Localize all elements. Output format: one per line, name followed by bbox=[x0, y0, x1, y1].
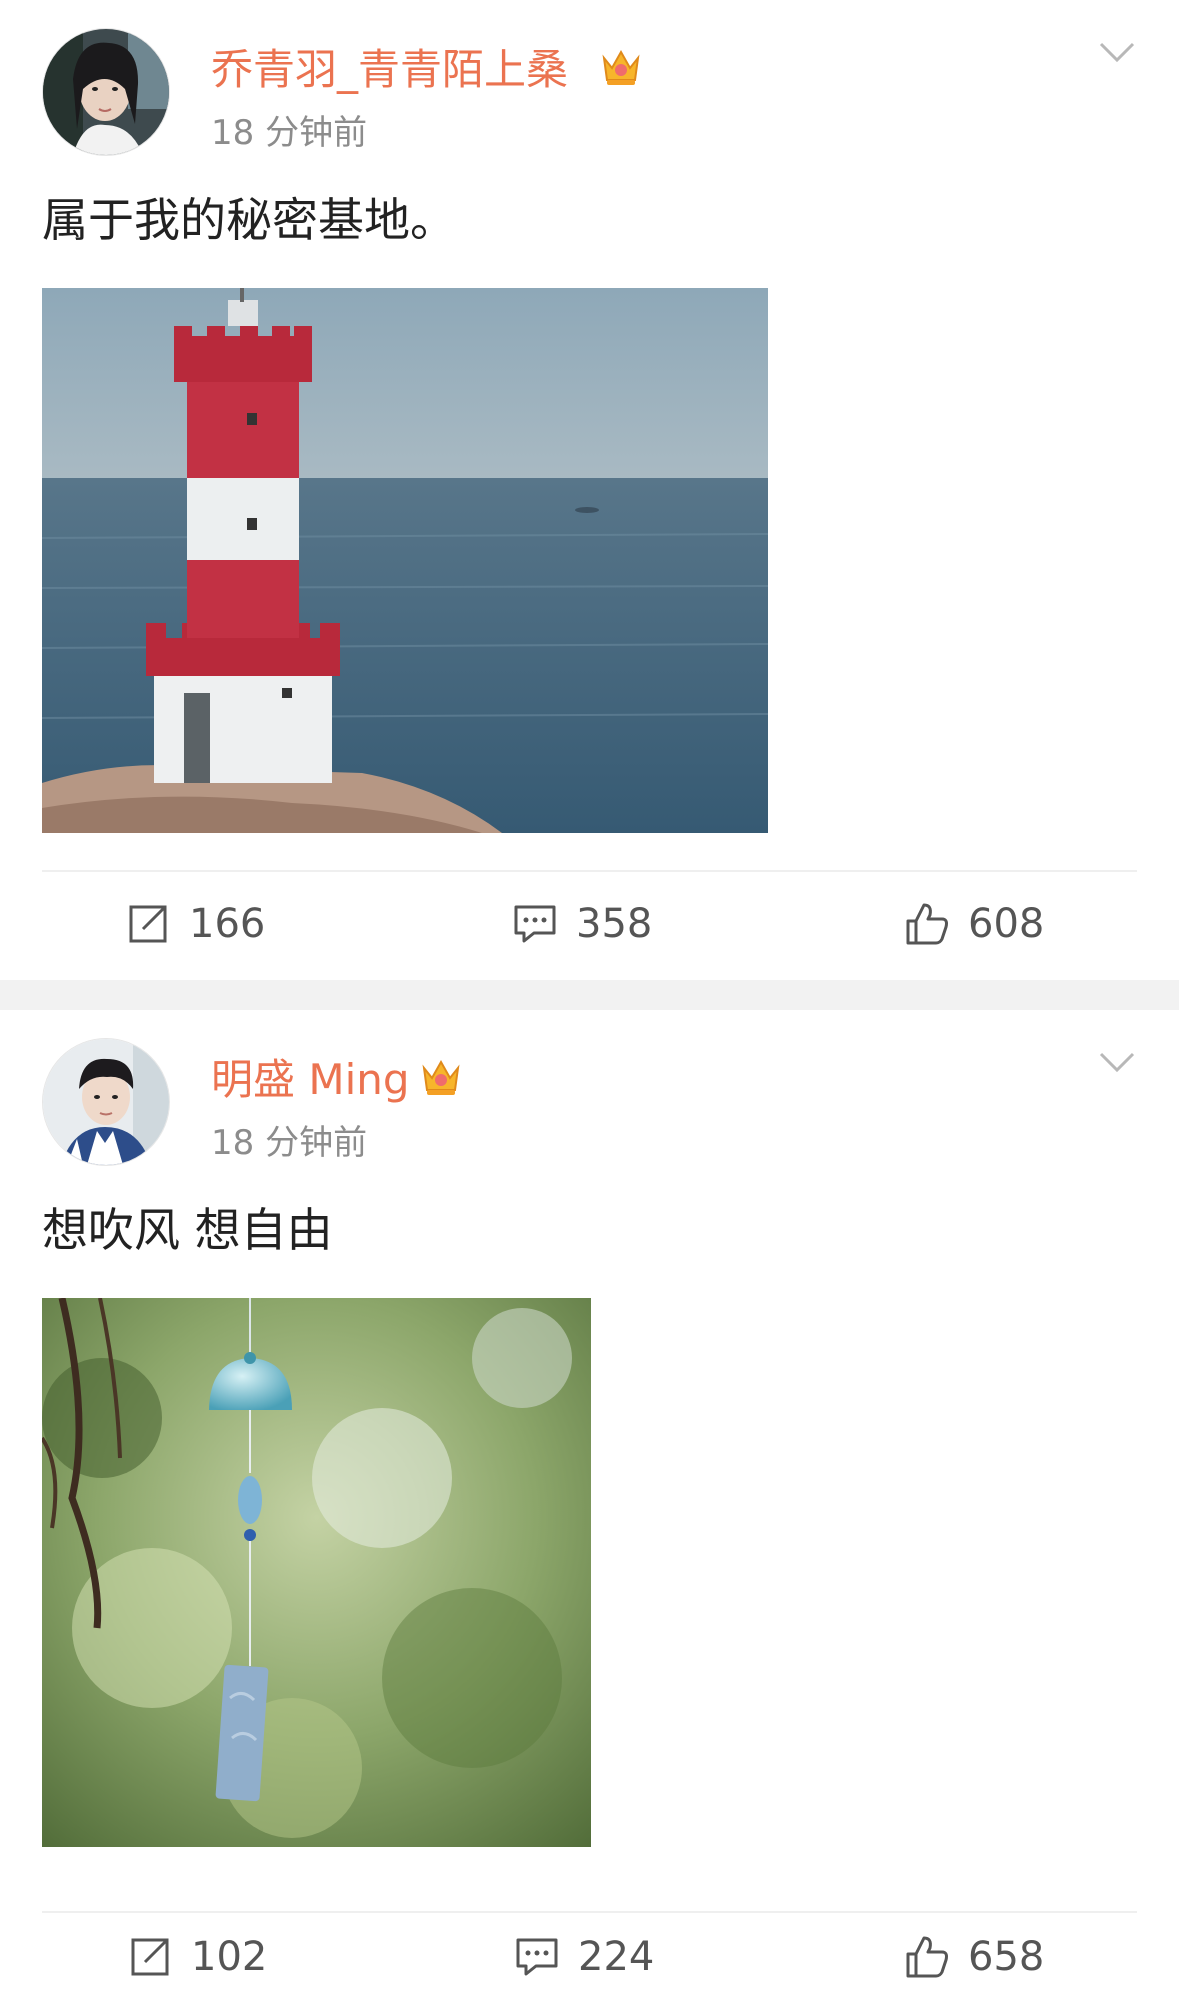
comment-icon bbox=[514, 905, 556, 943]
repost-button[interactable]: 102 bbox=[127, 1907, 267, 2007]
weibo-feed: 乔青羽_青青陌上桑 18 分钟前 属于我的秘密基地。 166 358 608 明… bbox=[0, 0, 1179, 2007]
chevron-down-icon[interactable] bbox=[1097, 38, 1137, 66]
like-button[interactable]: 658 bbox=[904, 1907, 1044, 2007]
post-text: 想吹风 想自由 bbox=[42, 1203, 333, 1257]
thumbs-up-icon bbox=[906, 903, 948, 945]
like-button[interactable]: 608 bbox=[904, 874, 1044, 974]
comment-count: 224 bbox=[578, 1934, 655, 1980]
post-card[interactable]: 明盛 Ming 18 分钟前 想吹风 想自由 102 224 658 bbox=[0, 1010, 1179, 2007]
avatar[interactable] bbox=[42, 1038, 170, 1166]
repost-count: 102 bbox=[191, 1934, 268, 1980]
avatar[interactable] bbox=[42, 28, 170, 156]
username[interactable]: 明盛 Ming bbox=[211, 1050, 410, 1110]
post-image-wind-chime[interactable] bbox=[42, 1298, 591, 1847]
post-image-lighthouse[interactable] bbox=[42, 288, 768, 833]
post-text: 属于我的秘密基地。 bbox=[42, 193, 456, 247]
post-card[interactable]: 乔青羽_青青陌上桑 18 分钟前 属于我的秘密基地。 166 358 608 bbox=[0, 0, 1179, 980]
like-count: 608 bbox=[968, 901, 1045, 947]
username[interactable]: 乔青羽_青青陌上桑 bbox=[211, 40, 568, 100]
action-bar: 102 224 658 bbox=[0, 1907, 1179, 2007]
crown-icon bbox=[602, 49, 640, 85]
like-count: 658 bbox=[968, 1934, 1045, 1980]
repost-icon bbox=[131, 1938, 169, 1976]
crown-icon bbox=[422, 1059, 460, 1095]
post-separator bbox=[0, 980, 1179, 1010]
repost-count: 166 bbox=[189, 901, 266, 947]
comment-button[interactable]: 358 bbox=[512, 874, 652, 974]
repost-icon bbox=[129, 905, 167, 943]
post-time: 18 分钟前 bbox=[211, 1123, 368, 1163]
action-bar: 166 358 608 bbox=[0, 874, 1179, 974]
comment-button[interactable]: 224 bbox=[514, 1907, 654, 2007]
comment-icon bbox=[516, 1938, 558, 1976]
repost-button[interactable]: 166 bbox=[125, 874, 265, 974]
thumbs-up-icon bbox=[906, 1936, 948, 1978]
action-divider bbox=[42, 870, 1137, 872]
chevron-down-icon[interactable] bbox=[1097, 1048, 1137, 1076]
comment-count: 358 bbox=[576, 901, 653, 947]
post-time: 18 分钟前 bbox=[211, 113, 368, 153]
